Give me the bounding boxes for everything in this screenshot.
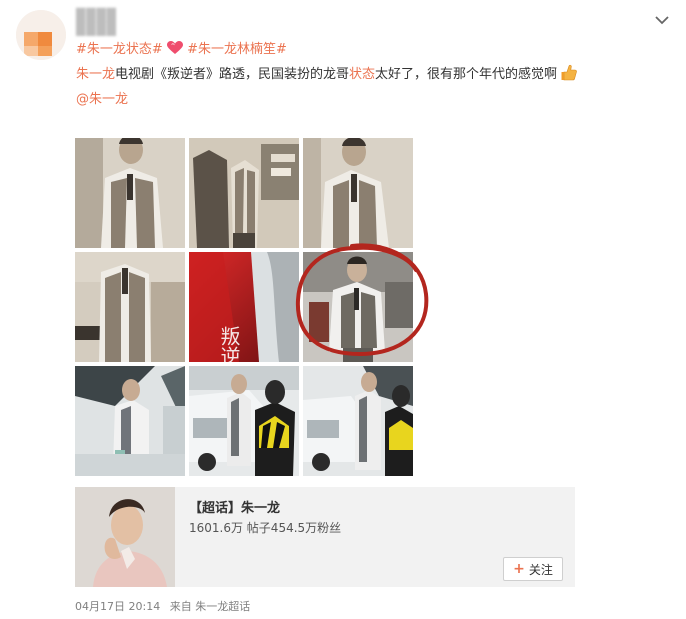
photo-thumbnail[interactable] (189, 138, 299, 248)
follow-label: 关注 (528, 562, 553, 577)
username-blurred[interactable]: ████ ████ (76, 8, 156, 36)
follow-button[interactable]: + 关注 (503, 557, 563, 581)
super-topic-stats: 1601.6万 帖子454.5万粉丝 (189, 521, 342, 535)
super-topic-card[interactable]: 【超话】朱一龙 1601.6万 帖子454.5万粉丝 + 关注 (75, 487, 575, 587)
post-source-link[interactable]: 朱一龙超话 (195, 600, 250, 613)
hashtag-line: #朱一龙状态# #朱一龙林楠笙# (76, 38, 287, 57)
name-link[interactable]: 朱一龙 (76, 67, 115, 82)
keyword-link[interactable]: 状态 (349, 67, 375, 82)
photo-thumbnail[interactable] (303, 138, 413, 248)
photo-thumbnail[interactable] (303, 366, 413, 476)
post-meta: 04月17日 20:14 来自 朱一龙超话 (75, 598, 250, 614)
photo-thumbnail[interactable] (189, 366, 299, 476)
drama-poster-thumbnail[interactable]: 叛逆者 (189, 252, 299, 362)
post-timestamp[interactable]: 04月17日 20:14 (75, 600, 160, 613)
body-text: 太好了，很有那个年代的感觉啊 (375, 67, 558, 82)
hashtag-link[interactable]: #朱一龙林楠笙# (187, 42, 287, 57)
photo-thumbnail[interactable] (75, 252, 185, 362)
poster-title: 叛逆者 (217, 326, 241, 362)
super-topic-thumbnail[interactable] (75, 487, 175, 587)
photo-thumbnail[interactable] (75, 366, 185, 476)
super-topic-title[interactable]: 【超话】朱一龙 (189, 497, 280, 516)
plus-icon: + (513, 561, 525, 577)
hashtag-link[interactable]: #朱一龙状态# (76, 42, 163, 57)
mention-link[interactable]: @朱一龙 (76, 92, 128, 107)
body-text: 电视剧《叛逆者》路透，民国装扮的龙哥 (115, 67, 350, 82)
chevron-down-icon[interactable] (654, 14, 670, 26)
heart-icon (166, 41, 183, 54)
highlight-circle (295, 243, 429, 357)
thumbs-up-icon (561, 64, 578, 81)
avatar[interactable] (16, 10, 66, 60)
photo-thumbnail[interactable] (75, 138, 185, 248)
from-label: 来自 (169, 600, 192, 613)
post-body: 朱一龙电视剧《叛逆者》路透，民国装扮的龙哥状态太好了，很有那个年代的感觉啊 (76, 63, 578, 82)
mention-line: @朱一龙 (76, 88, 128, 107)
